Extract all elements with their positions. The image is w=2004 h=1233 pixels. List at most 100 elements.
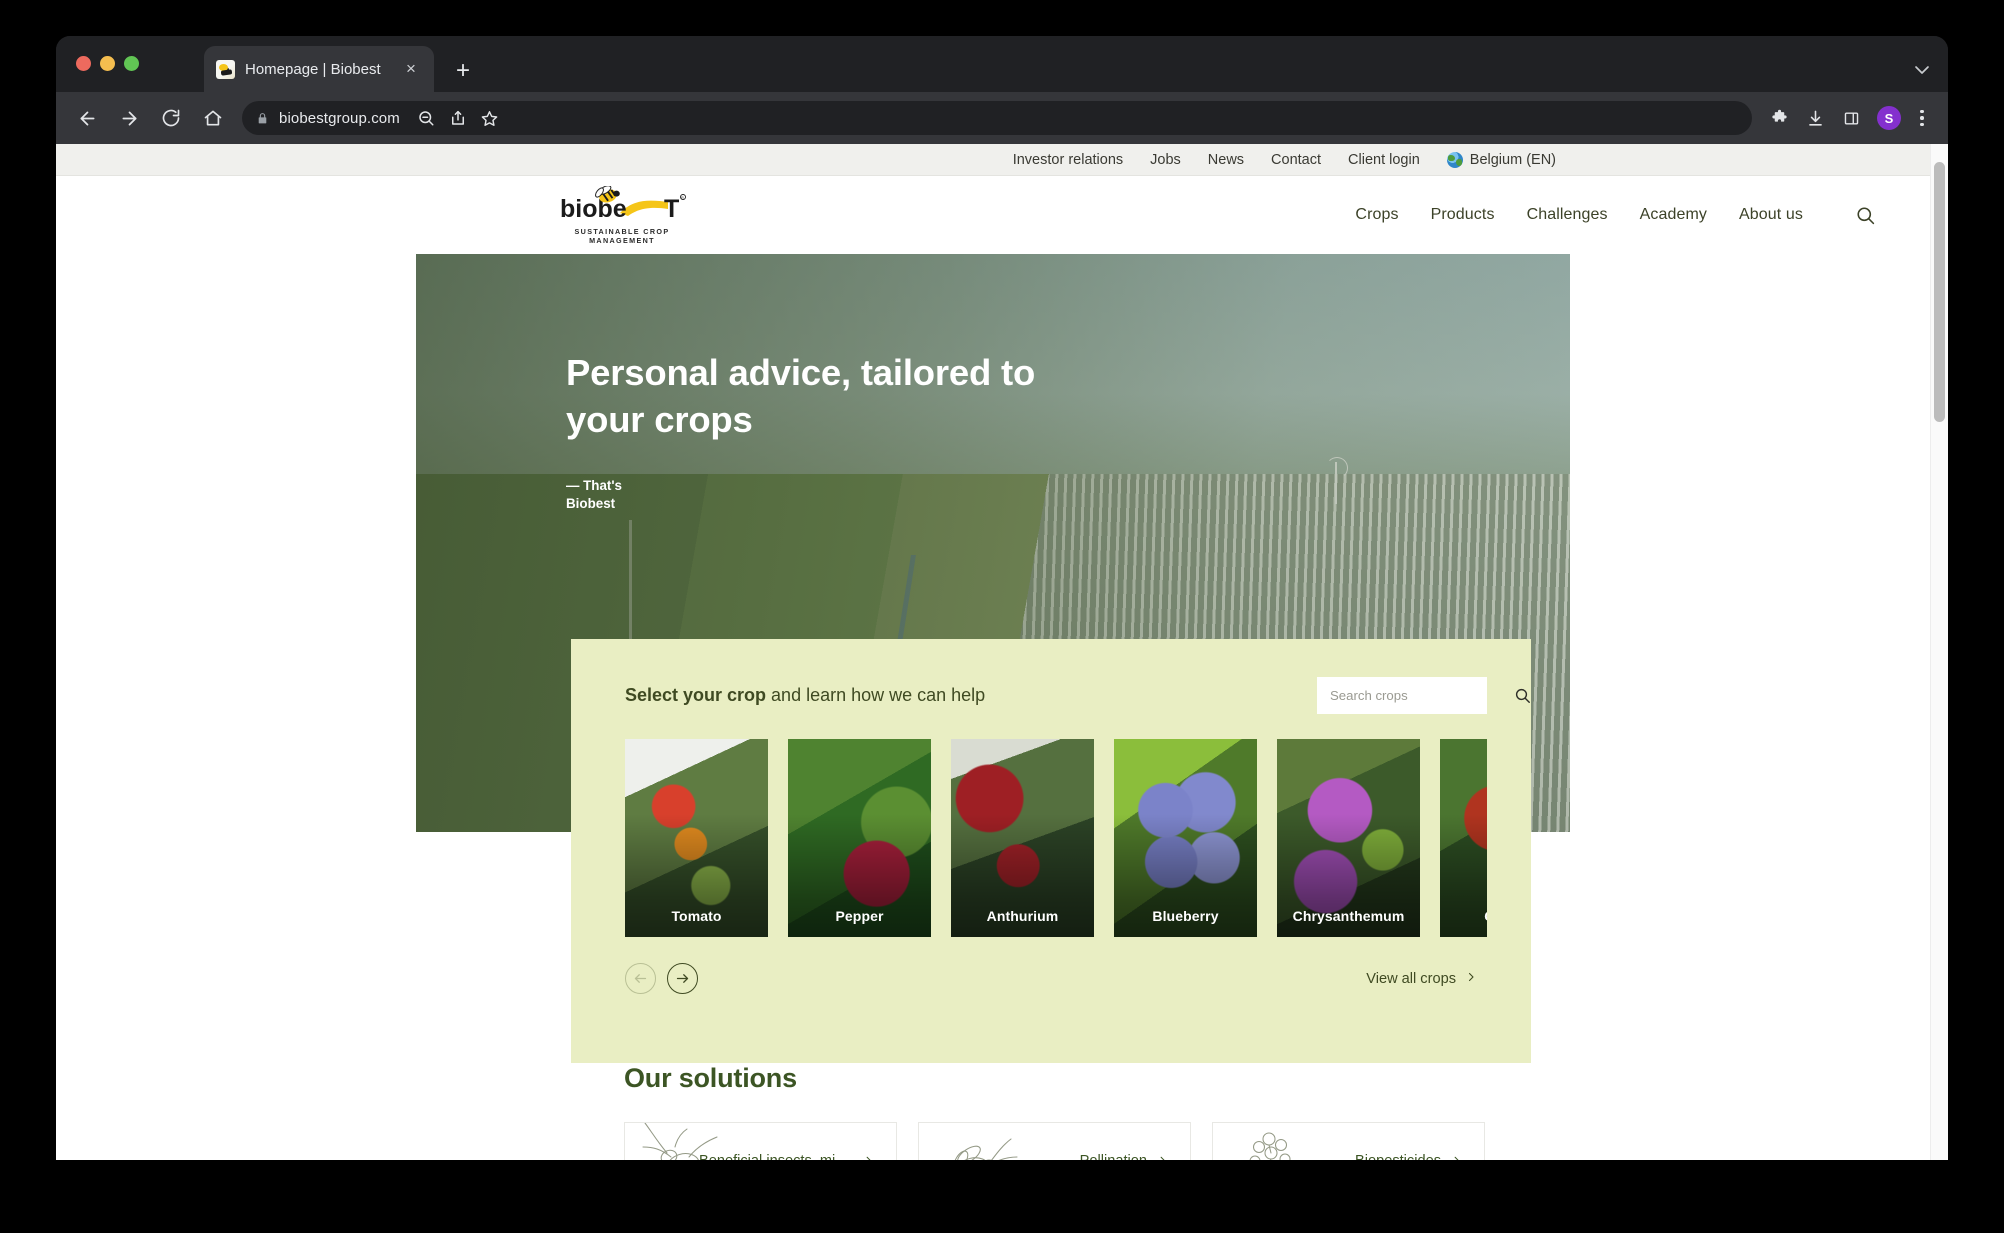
crop-selector-panel: Select your crop and learn how we can he… <box>571 639 1531 1063</box>
crop-card-label: Tomato <box>671 908 722 924</box>
tab-favicon-icon <box>216 59 235 79</box>
share-icon[interactable] <box>442 102 474 134</box>
home-icon[interactable] <box>196 101 230 135</box>
toolbar-actions: S <box>1762 101 1934 135</box>
solution-card-pollination[interactable]: Pollination <box>918 1122 1191 1160</box>
solutions-section: Our solutions <box>56 1063 1930 1160</box>
chevron-down-icon[interactable] <box>1910 58 1934 82</box>
crop-selector-header: Select your crop and learn how we can he… <box>625 673 1530 717</box>
bumblebee-line-art-icon <box>925 1123 1029 1160</box>
carousel-controls <box>625 963 698 994</box>
downloads-icon[interactable] <box>1798 101 1832 135</box>
profile-avatar[interactable]: S <box>1877 106 1901 130</box>
crop-heading-strong: Select your crop <box>625 684 767 705</box>
close-window-button[interactable] <box>76 56 91 71</box>
solution-card-link[interactable]: Pollination <box>1080 1153 1168 1161</box>
new-tab-button[interactable]: + <box>450 59 476 85</box>
chevron-right-icon <box>1451 1155 1462 1160</box>
lock-icon <box>256 112 269 125</box>
solutions-title: Our solutions <box>624 1063 797 1093</box>
scrollbar-thumb[interactable] <box>1934 162 1945 422</box>
svg-text:R: R <box>681 196 684 200</box>
zoom-out-icon[interactable] <box>410 102 442 134</box>
nav-item-academy[interactable]: Academy <box>1640 206 1707 224</box>
utility-link-contact[interactable]: Contact <box>1271 152 1321 168</box>
solution-card-beneficial-insects[interactable]: Beneficial insects, mites & nem… <box>624 1122 897 1160</box>
solution-card-label: Pollination <box>1080 1153 1147 1161</box>
crop-card-tomato[interactable]: Tomato <box>625 739 768 937</box>
nav-item-challenges[interactable]: Challenges <box>1527 206 1608 224</box>
hero-content: Personal advice, tailored to your crops … <box>566 350 1086 512</box>
crop-card-label: Blueberry <box>1152 908 1219 924</box>
window-traffic-lights <box>76 56 139 71</box>
nav-item-crops[interactable]: Crops <box>1355 206 1398 224</box>
crop-card-blueberry[interactable]: Blueberry <box>1114 739 1257 937</box>
crop-card-label: Chrysanthemum <box>1292 908 1405 924</box>
carousel-next-button[interactable] <box>667 963 698 994</box>
chevron-right-icon <box>1157 1155 1168 1160</box>
maximize-window-button[interactable] <box>124 56 139 71</box>
web-page: Investor relations Jobs News Contact Cli… <box>56 144 1930 1160</box>
globe-icon <box>1446 151 1463 168</box>
crop-search-box[interactable] <box>1317 676 1530 714</box>
spore-cluster-line-art-icon <box>1219 1123 1323 1160</box>
browser-toolbar: biobestgroup.com S <box>56 92 1948 144</box>
navigation-buttons <box>70 101 230 135</box>
solution-card-label: Biopesticides <box>1355 1153 1441 1161</box>
crop-carousel-footer: View all crops <box>625 963 1487 994</box>
nav-item-products[interactable]: Products <box>1431 206 1495 224</box>
mite-line-art-icon <box>631 1123 735 1160</box>
side-panel-icon[interactable] <box>1834 101 1868 135</box>
crop-card-pepper[interactable]: Pepper <box>788 739 931 937</box>
biobest-logo[interactable]: biobe T R SUSTAINABLE CROP MANAGEMENT <box>552 185 692 245</box>
address-bar[interactable]: biobestgroup.com <box>242 101 1752 135</box>
language-label: Belgium (EN) <box>1469 151 1556 168</box>
page-scrollbar[interactable] <box>1930 144 1948 1160</box>
language-selector[interactable]: Belgium (EN) <box>1446 151 1556 168</box>
browser-window: Homepage | Biobest × + biobestgroup.com … <box>56 36 1948 1160</box>
minimize-window-button[interactable] <box>100 56 115 71</box>
crop-card-label: Pepper <box>835 908 884 924</box>
solution-card-biopesticides[interactable]: Biopesticides <box>1212 1122 1485 1160</box>
address-bar-url: biobestgroup.com <box>279 109 400 127</box>
search-icon[interactable] <box>1855 205 1876 226</box>
utility-link-jobs[interactable]: Jobs <box>1150 152 1181 168</box>
solution-card-link[interactable]: Biopesticides <box>1355 1153 1462 1161</box>
back-icon[interactable] <box>70 101 104 135</box>
crop-selector-heading: Select your crop and learn how we can he… <box>625 685 985 706</box>
utility-link-investor-relations[interactable]: Investor relations <box>1013 152 1123 168</box>
bookmark-star-icon[interactable] <box>474 102 506 134</box>
chevron-right-icon <box>863 1155 874 1160</box>
menu-icon[interactable] <box>1910 101 1934 135</box>
utility-link-client-login[interactable]: Client login <box>1348 152 1420 168</box>
site-header: biobe T R SUSTAINABLE CROP MANAGEMENT Cr… <box>56 176 1930 254</box>
crop-card-label: Anthurium <box>986 908 1059 924</box>
close-tab-icon[interactable]: × <box>400 58 422 80</box>
svg-text:T: T <box>664 195 679 223</box>
carousel-prev-button[interactable] <box>625 963 656 994</box>
extensions-puzzle-icon[interactable] <box>1762 101 1796 135</box>
search-icon[interactable] <box>1514 687 1531 704</box>
nav-item-about-us[interactable]: About us <box>1739 206 1803 224</box>
crop-card-anthurium[interactable]: Anthurium <box>951 739 1094 937</box>
svg-text:biobe: biobe <box>560 195 627 223</box>
hero-title: Personal advice, tailored to your crops <box>566 352 1036 440</box>
solutions-grid: Beneficial insects, mites & nem… <box>624 1122 1486 1160</box>
page-viewport: Investor relations Jobs News Contact Cli… <box>56 144 1948 1160</box>
browser-tab[interactable]: Homepage | Biobest × <box>204 46 434 92</box>
crop-card-label: Gerbera <box>1440 908 1487 924</box>
view-all-crops-link[interactable]: View all crops <box>1366 971 1477 987</box>
crop-card-gerbera[interactable]: Gerbera <box>1440 739 1487 937</box>
utility-link-news[interactable]: News <box>1208 152 1244 168</box>
omnibox-actions <box>410 102 506 134</box>
crop-carousel[interactable]: Tomato Pepper Anthurium Blueberry Chrysa… <box>625 739 1487 937</box>
forward-icon[interactable] <box>112 101 146 135</box>
main-navigation: Crops Products Challenges Academy About … <box>1355 205 1876 226</box>
reload-icon[interactable] <box>154 101 188 135</box>
logo-tagline: SUSTAINABLE CROP MANAGEMENT <box>574 226 670 245</box>
hero-kicker: — That's Biobest <box>566 478 623 511</box>
search-input[interactable] <box>1330 687 1506 703</box>
crop-card-chrysanthemum[interactable]: Chrysanthemum <box>1277 739 1420 937</box>
chevron-right-icon <box>1465 971 1477 987</box>
crop-heading-light: and learn how we can help <box>766 684 986 705</box>
